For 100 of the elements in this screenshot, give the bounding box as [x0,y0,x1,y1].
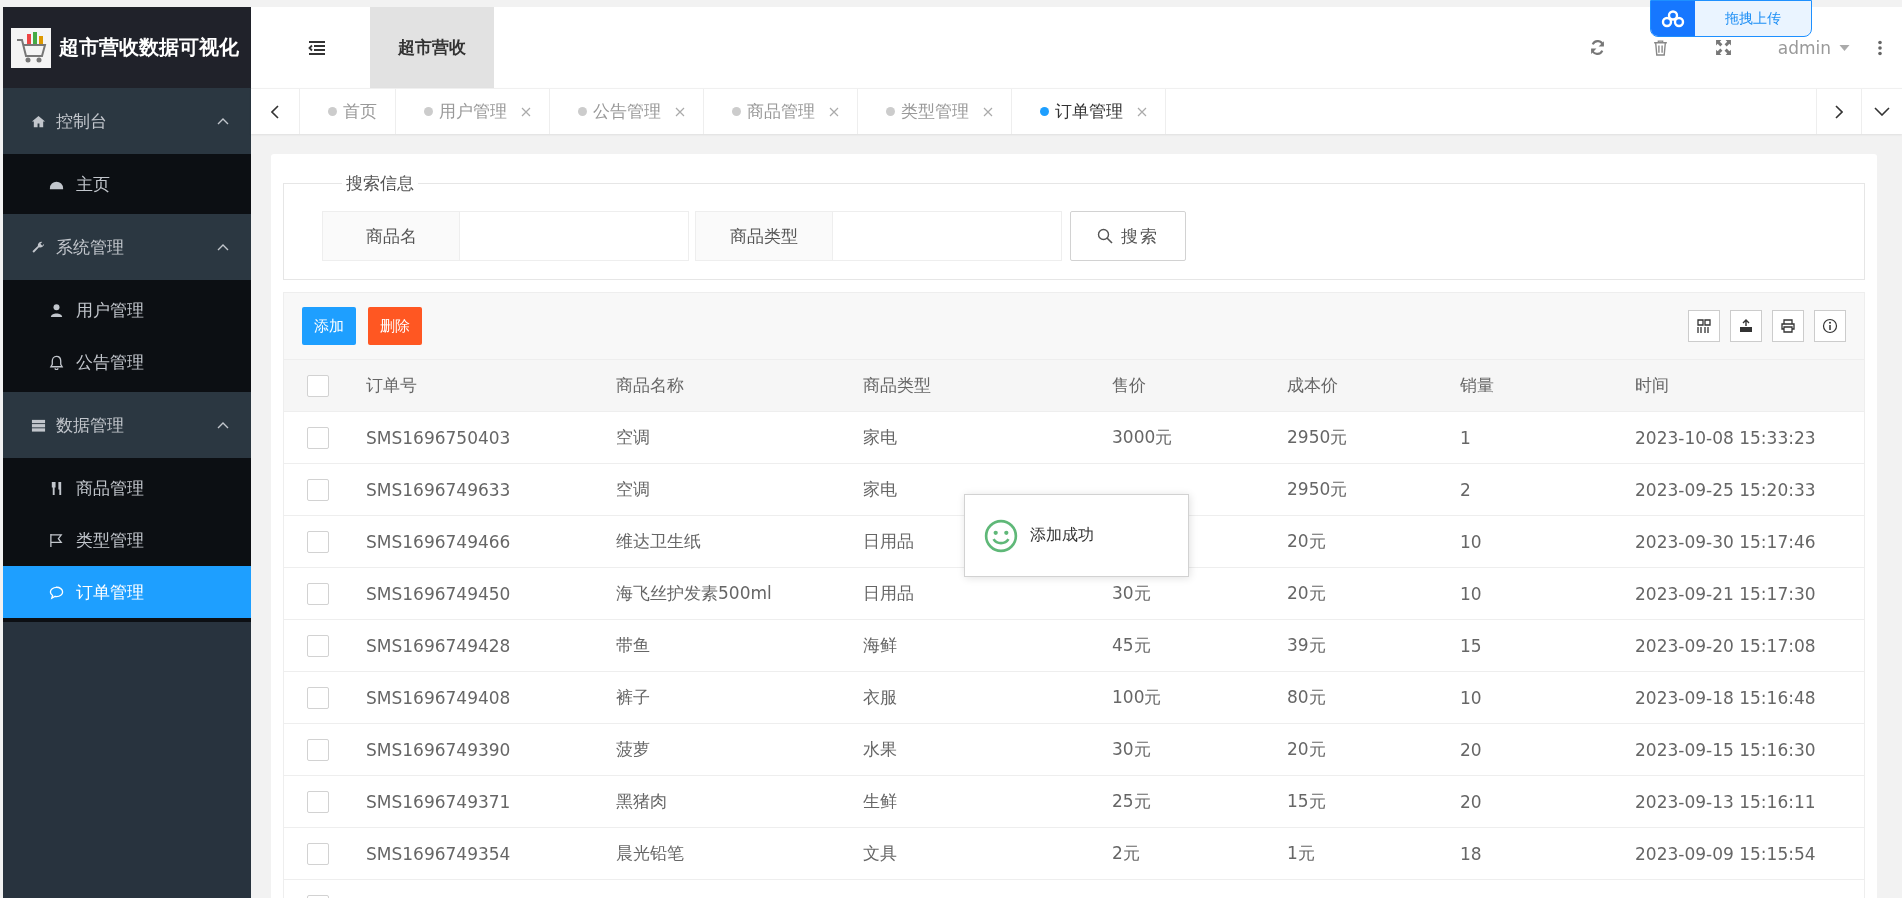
row-checkbox[interactable] [306,634,329,657]
menu-toggle-icon[interactable] [308,40,326,55]
utensils-icon [49,480,64,496]
tab-dot [1040,107,1049,116]
table-cell: 20元 [1287,583,1326,603]
table-cell: 带鱼 [616,635,650,655]
caret-icon [1839,44,1850,51]
table-cell: 2023-09-09 15:15:54 [1635,843,1816,864]
table-cell: 20 [1460,739,1482,760]
menu-item[interactable]: 商品管理 [3,462,251,514]
table-cell: SMS1696749354 [366,843,511,864]
table-cell: SMS1696749428 [366,635,511,656]
chevron-down-icon [1874,107,1890,116]
close-icon[interactable] [829,106,839,117]
table-cell: 20元 [1287,739,1326,759]
row-checkbox[interactable] [306,842,329,865]
tab-dot [578,107,587,116]
column-header: 售价 [1111,374,1147,397]
row-checkbox[interactable] [306,790,329,813]
table-cell: 2元 [1112,843,1140,863]
table-cell: 衣服 [863,687,897,707]
table-cell: 2023-09-18 15:16:48 [1635,687,1816,708]
table-cell: SMS1696749390 [366,739,511,760]
table-cell: 2023-09-25 15:20:33 [1635,479,1816,500]
table-cell: 20元 [1287,531,1326,551]
table-cell: SMS1696749466 [366,531,511,552]
more-icon[interactable] [1878,39,1882,56]
chevron-up-icon [217,243,229,251]
close-icon[interactable] [675,106,685,117]
print-button[interactable] [1772,310,1804,342]
row-checkbox[interactable] [306,582,329,605]
table-cell: 2 [1460,479,1471,500]
column-header: 时间 [1634,374,1670,397]
export-button[interactable] [1730,310,1762,342]
fullscreen-icon[interactable] [1714,39,1732,56]
chevron-left-icon [271,104,279,119]
menu-item[interactable]: 类型管理 [3,514,251,566]
home-icon [31,113,46,129]
close-icon[interactable] [521,106,531,117]
search-legend: 搜索信息 [342,172,418,195]
chevron-right-icon [1835,104,1843,119]
table-cell: 日用品 [863,531,914,551]
table-cell: 10 [1460,687,1482,708]
cloud-icon [1661,9,1685,28]
table-cell: SMS1696749408 [366,687,511,708]
menu-group[interactable]: 系统管理 [3,214,251,280]
table-cell: 海鲜 [863,635,897,655]
table-cell: 裤子 [616,687,650,707]
table-cell: 2950元 [1287,479,1348,499]
search-icon [1097,228,1113,244]
row-checkbox[interactable] [306,738,329,761]
columns-button[interactable] [1688,310,1720,342]
table-cell: 3000元 [1112,427,1173,447]
table-cell: SMS1696750403 [366,427,511,448]
table-cell: 80元 [1287,687,1326,707]
row-checkbox[interactable] [306,686,329,709]
menu-group[interactable]: 数据管理 [3,392,251,458]
table-cell: 家电 [863,479,897,499]
table-cell: 生鲜 [863,791,897,811]
search-button[interactable]: 搜索 [1070,211,1186,261]
table-cell: 日用品 [863,583,914,603]
table-cell: SMS1696749371 [366,791,511,812]
app-title: 超市营收数据可视化 [59,34,239,61]
table-cell: 海飞丝护发素500ml [616,583,772,603]
table-cell: 15元 [1287,791,1326,811]
table-cell: 2023-09-21 15:17:30 [1635,583,1816,604]
table-cell: 1元 [1287,843,1315,863]
table-cell: 2950元 [1287,427,1348,447]
printer-icon [1780,318,1796,334]
close-icon[interactable] [983,106,993,117]
column-header: 成本价 [1286,374,1339,397]
table-cell: SMS1696749450 [366,583,511,604]
toast-message: 添加成功 [1030,525,1094,546]
row-checkbox[interactable] [306,478,329,501]
select-all-checkbox[interactable] [306,374,329,397]
info-button[interactable] [1814,310,1846,342]
row-checkbox[interactable] [306,426,329,449]
info-icon [1822,318,1838,334]
header-tab[interactable]: 超市营收 [370,7,494,88]
columns-icon [1696,318,1712,334]
table-cell: 2023-09-15 15:16:30 [1635,739,1816,760]
row-checkbox[interactable] [306,530,329,553]
close-icon[interactable] [1137,106,1147,117]
trash-icon[interactable] [1651,39,1669,56]
menu-item[interactable]: 用户管理 [3,284,251,336]
table-cell: 2023-09-13 15:16:11 [1635,791,1816,812]
table-cell: 黑猪肉 [616,791,667,811]
menu-group[interactable]: 控制台 [3,88,251,154]
page-tab[interactable]: 订单管理 [1012,89,1166,134]
table-cell: 水果 [863,739,897,759]
column-header: 订单号 [365,374,418,397]
table-cell: 18 [1460,843,1482,864]
table-cell: 10 [1460,583,1482,604]
menu-item[interactable]: 公告管理 [3,336,251,388]
shopping-cart-icon [11,27,51,68]
bell-icon [49,354,64,370]
refresh-icon[interactable] [1588,39,1606,56]
chat-bubble-icon [49,584,64,600]
export-icon [1738,318,1754,334]
chevron-up-icon [217,117,229,125]
